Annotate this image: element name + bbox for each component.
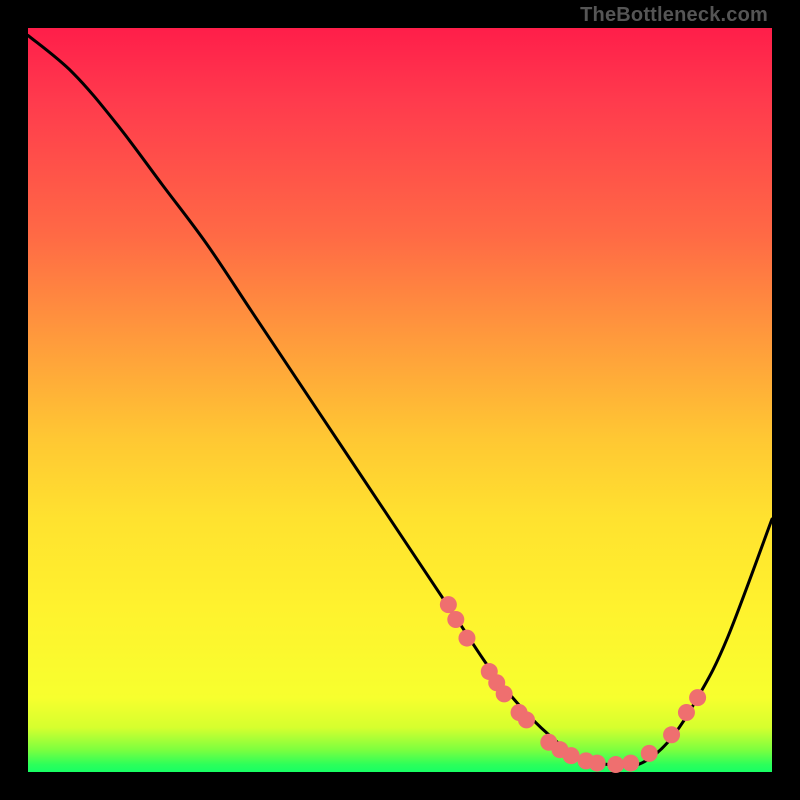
marker-dot bbox=[663, 726, 680, 743]
watermark-text: TheBottleneck.com bbox=[580, 4, 768, 27]
bottleneck-curve-path bbox=[28, 35, 772, 766]
marker-dot bbox=[641, 745, 658, 762]
marker-dot bbox=[518, 711, 535, 728]
marker-dots bbox=[440, 596, 706, 773]
marker-dot bbox=[447, 611, 464, 628]
marker-dot bbox=[689, 689, 706, 706]
marker-dot bbox=[440, 596, 457, 613]
marker-dot bbox=[622, 755, 639, 772]
marker-dot bbox=[678, 704, 695, 721]
marker-dot bbox=[496, 685, 513, 702]
marker-dot bbox=[458, 630, 475, 647]
marker-dot bbox=[589, 755, 606, 772]
marker-dot bbox=[607, 756, 624, 773]
chart-frame bbox=[28, 28, 772, 772]
bottleneck-chart bbox=[28, 28, 772, 772]
marker-dot bbox=[563, 747, 580, 764]
